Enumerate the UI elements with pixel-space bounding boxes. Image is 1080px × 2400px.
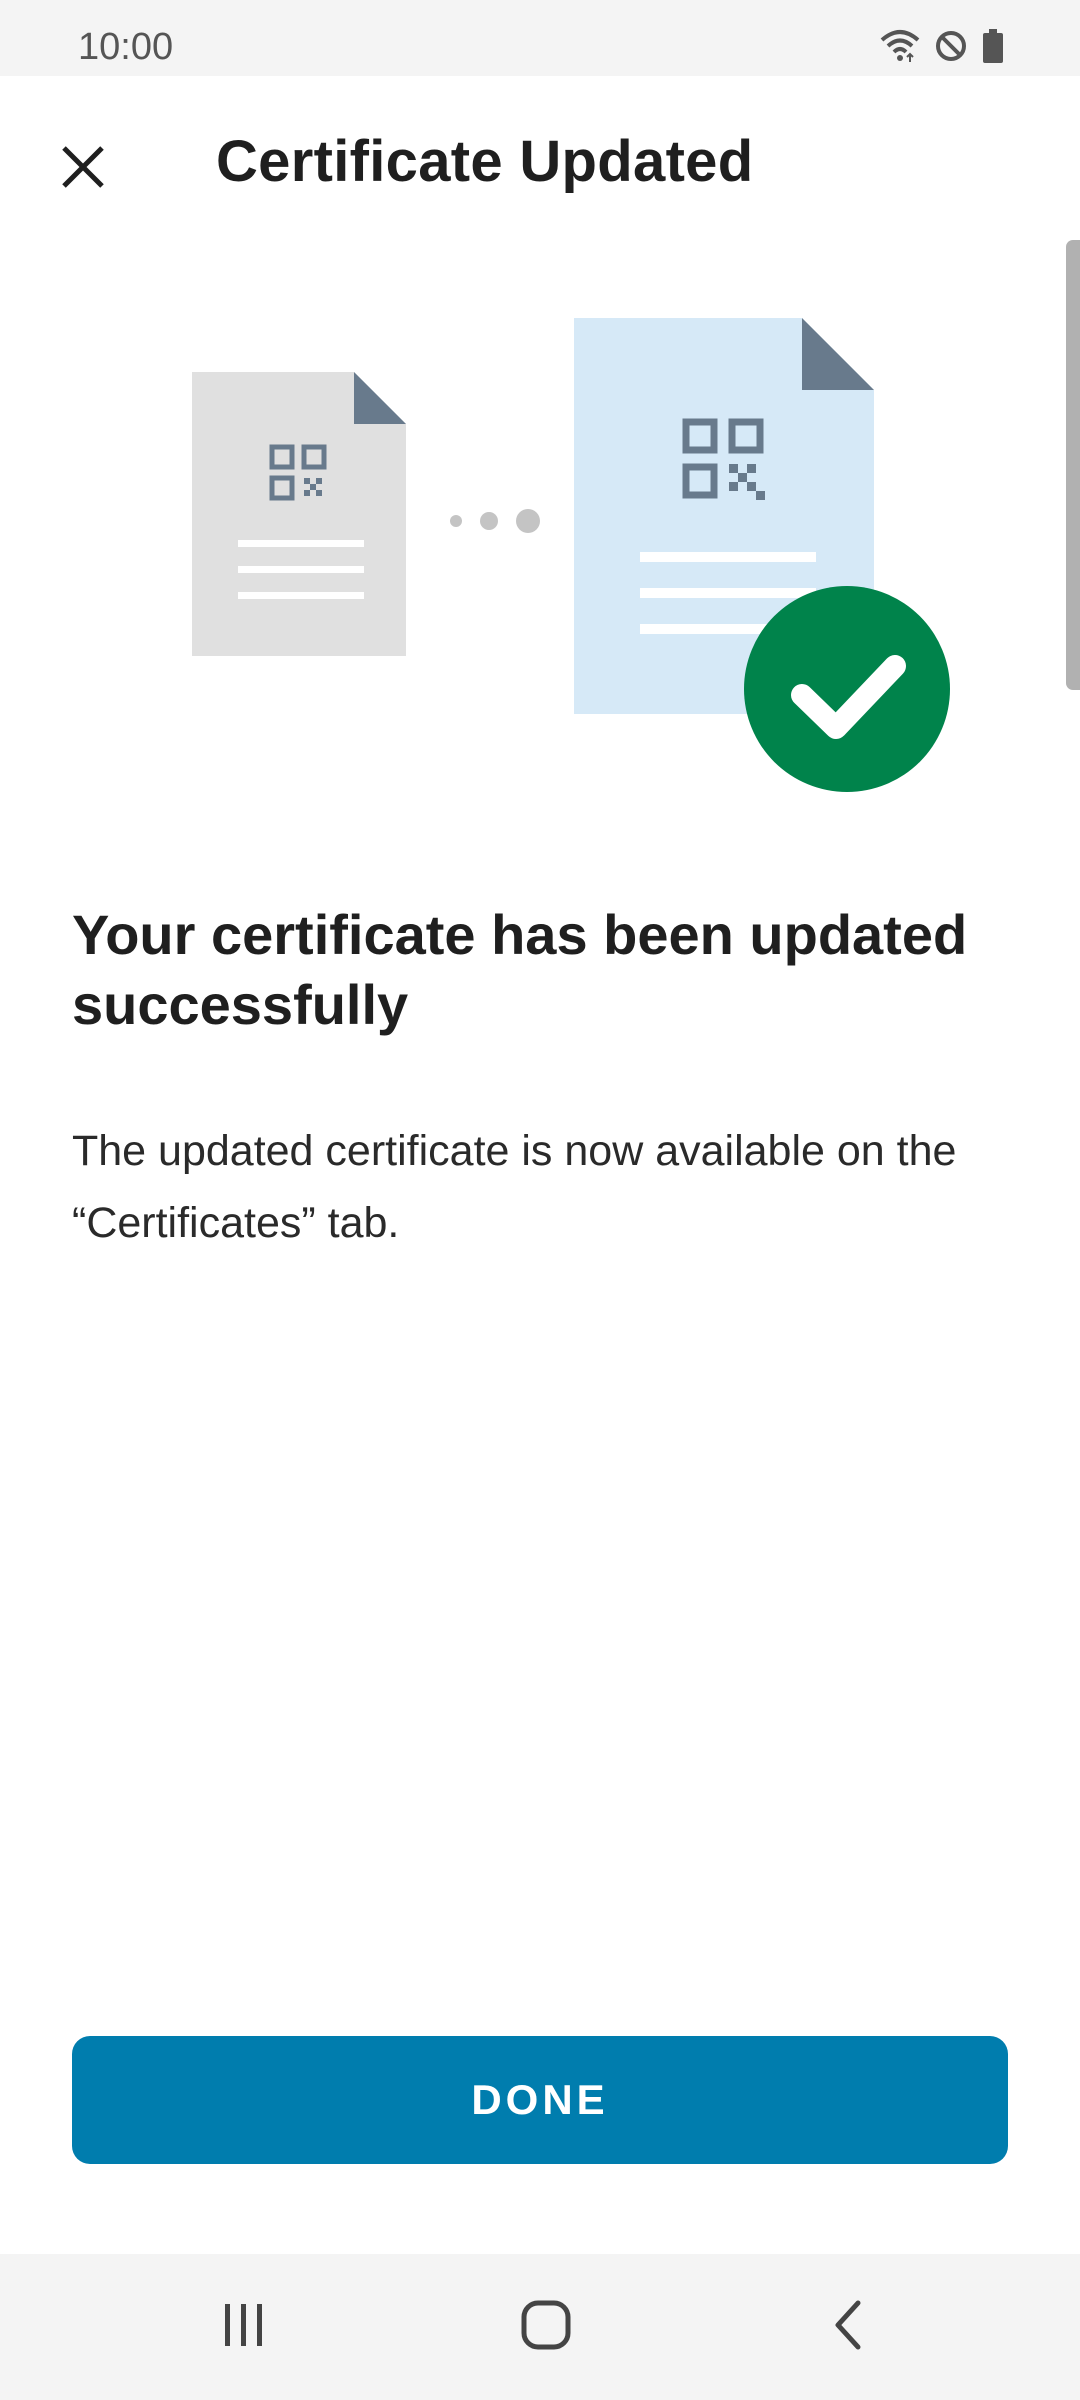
system-nav-bar — [0, 2254, 1080, 2400]
app-bar: Certificate Updated — [0, 76, 1080, 252]
status-icons — [880, 28, 1004, 68]
status-bar: 10:00 — [0, 0, 1080, 76]
status-time: 10:00 — [78, 26, 174, 68]
success-headline: Your certificate has been updated succes… — [72, 903, 968, 1036]
certificate-illustration — [0, 300, 1080, 820]
wifi-icon — [880, 28, 920, 69]
do-not-disturb-icon — [934, 29, 968, 68]
back-button[interactable] — [798, 2282, 898, 2372]
close-button[interactable] — [38, 124, 128, 214]
home-button[interactable] — [496, 2282, 596, 2372]
page-title: Certificate Updated — [216, 129, 754, 194]
recent-apps-button[interactable] — [194, 2282, 294, 2372]
close-icon — [58, 142, 108, 197]
check-circle-icon — [744, 586, 950, 792]
back-icon — [828, 2299, 868, 2356]
progress-dots — [450, 509, 540, 533]
home-icon — [520, 2299, 572, 2356]
old-certificate-icon — [192, 372, 406, 656]
battery-icon — [982, 28, 1004, 68]
done-button[interactable]: DONE — [72, 2036, 1008, 2164]
success-description: The updated certificate is now available… — [72, 1127, 957, 1247]
recent-apps-icon — [219, 2302, 269, 2353]
